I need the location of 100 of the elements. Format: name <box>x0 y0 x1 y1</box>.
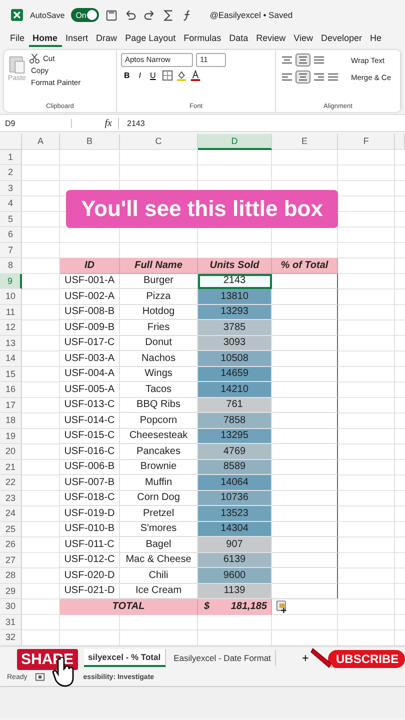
row-header[interactable]: 2 <box>0 165 22 180</box>
row-header[interactable]: 14 <box>0 351 22 366</box>
scissors-icon <box>29 53 40 64</box>
row-header[interactable]: 10 <box>0 289 22 304</box>
column-header[interactable]: D <box>198 134 272 150</box>
row-header[interactable]: 6 <box>0 227 22 242</box>
name-box[interactable]: D9 <box>0 118 72 128</box>
table-cell[interactable]: 3093 <box>198 336 272 351</box>
row-header[interactable]: 19 <box>0 428 22 444</box>
document-title[interactable]: @Easilyexcel • Saved <box>210 10 293 20</box>
row-header[interactable]: 29 <box>0 584 22 599</box>
row-header[interactable]: 5 <box>0 212 22 227</box>
table-cell[interactable]: 13295 <box>198 428 272 444</box>
save-icon[interactable] <box>104 8 118 22</box>
total-value: 181,185 <box>230 601 267 612</box>
table-cell[interactable]: 10508 <box>198 351 272 366</box>
table-cell[interactable]: 6139 <box>198 552 272 568</box>
redo-icon[interactable] <box>142 8 156 22</box>
row-header[interactable]: 22 <box>0 475 22 490</box>
underline-button[interactable]: U <box>147 71 159 80</box>
row-header[interactable]: 27 <box>0 552 22 568</box>
table-cell[interactable]: 7858 <box>198 413 272 428</box>
menu-tab[interactable]: View <box>290 31 318 47</box>
table-cell[interactable]: 907 <box>198 537 272 552</box>
autosave-toggle[interactable]: On <box>70 8 99 22</box>
row-header[interactable]: 8 <box>0 258 22 274</box>
table-cell <box>272 460 338 475</box>
row-header[interactable]: 4 <box>0 196 22 212</box>
paste-options-icon[interactable] <box>276 600 288 614</box>
table-cell <box>272 568 338 584</box>
row-header[interactable]: 28 <box>0 568 22 584</box>
column-header[interactable]: E <box>272 134 338 150</box>
menu-tab[interactable]: Review <box>252 31 290 47</box>
fill-color-icon[interactable] <box>176 70 187 81</box>
table-cell[interactable]: 2143 <box>198 274 272 289</box>
menu-tab[interactable]: File <box>6 31 29 47</box>
column-header[interactable]: A <box>22 134 60 150</box>
table-cell[interactable]: 14659 <box>198 366 272 382</box>
sum-icon[interactable] <box>162 8 175 22</box>
table-cell <box>272 475 338 490</box>
bold-button[interactable]: B <box>121 71 133 80</box>
table-cell[interactable]: 14304 <box>198 522 272 537</box>
table-cell: Tacos <box>120 382 198 398</box>
table-cell[interactable]: 13810 <box>198 289 272 304</box>
table-cell: USF-017-C <box>60 336 120 351</box>
row-header[interactable]: 31 <box>0 614 22 630</box>
row-header[interactable]: 17 <box>0 398 22 413</box>
column-header[interactable]: B <box>60 134 120 150</box>
macro-icon[interactable] <box>35 672 46 682</box>
row-header[interactable]: 7 <box>0 242 22 258</box>
menu-tab[interactable]: Developer <box>317 31 366 47</box>
row-header[interactable]: 25 <box>0 522 22 537</box>
formula-field[interactable]: 2143 <box>119 118 145 128</box>
table-cell[interactable]: 1139 <box>198 584 272 599</box>
sheet-tab[interactable]: Easilyexcel - Date Format <box>170 650 276 666</box>
table-cell <box>272 351 338 366</box>
row-header[interactable]: 15 <box>0 366 22 382</box>
row-header[interactable]: 16 <box>0 382 22 398</box>
row-header[interactable]: 13 <box>0 336 22 351</box>
row-header[interactable]: 21 <box>0 460 22 475</box>
table-cell[interactable]: 761 <box>198 398 272 413</box>
row-header[interactable]: 9 <box>0 274 22 289</box>
column-header[interactable]: C <box>120 134 198 150</box>
row-header[interactable]: 11 <box>0 304 22 320</box>
table-cell: Mac & Cheese <box>120 552 198 568</box>
table-cell[interactable]: 13523 <box>198 506 272 522</box>
menu-tab[interactable]: Data <box>225 31 252 47</box>
row-header[interactable]: 20 <box>0 444 22 460</box>
borders-icon[interactable] <box>162 70 173 81</box>
row-header[interactable]: 12 <box>0 320 22 336</box>
undo-icon[interactable] <box>124 8 137 22</box>
row-header[interactable]: 18 <box>0 413 22 428</box>
table-cell: USF-019-D <box>60 506 120 522</box>
table-cell[interactable]: 14064 <box>198 475 272 490</box>
table-cell[interactable]: 3785 <box>198 320 272 336</box>
table-cell[interactable]: 10736 <box>198 490 272 506</box>
italic-button[interactable]: I <box>136 71 144 80</box>
add-sheet-button[interactable]: + <box>300 650 311 664</box>
menu-tab[interactable]: He <box>366 31 386 47</box>
column-header[interactable]: F <box>338 134 395 150</box>
menu-tab[interactable]: Home <box>28 31 62 47</box>
table-cell[interactable]: 8589 <box>198 460 272 475</box>
row-header[interactable]: 26 <box>0 537 22 552</box>
table-cell[interactable]: 14210 <box>198 382 272 398</box>
menu-tab[interactable]: Formulas <box>180 31 226 47</box>
row-header[interactable]: 30 <box>0 599 22 614</box>
table-cell[interactable]: 9600 <box>198 568 272 584</box>
table-cell[interactable]: 13293 <box>198 304 272 320</box>
row-header[interactable]: 3 <box>0 180 22 196</box>
row-header[interactable]: 32 <box>0 630 22 646</box>
fx-label[interactable]: fx <box>72 118 119 128</box>
menu-tab[interactable]: Draw <box>92 31 122 47</box>
menu-tab[interactable]: Page Layout <box>121 31 180 47</box>
menu-tab[interactable]: Insert <box>62 31 92 47</box>
sheet-tab[interactable]: silyexcel - % Total <box>84 648 166 666</box>
row-header[interactable]: 24 <box>0 506 22 522</box>
row-header[interactable]: 1 <box>0 150 22 165</box>
row-header[interactable]: 23 <box>0 490 22 506</box>
table-cell[interactable]: 4769 <box>198 444 272 460</box>
font-color-icon[interactable] <box>190 70 201 81</box>
